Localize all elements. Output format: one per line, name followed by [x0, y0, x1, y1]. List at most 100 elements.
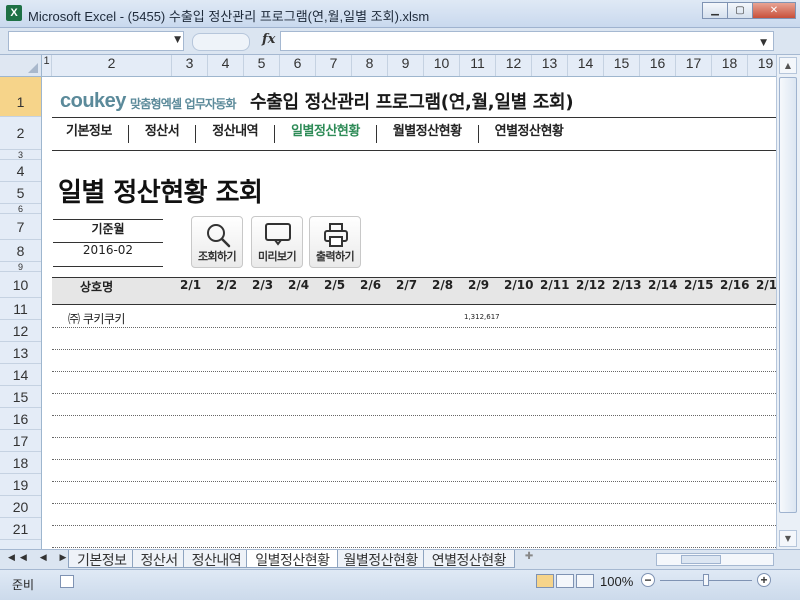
close-button[interactable]: ✕	[752, 2, 796, 19]
sheet-tab[interactable]: 정산내역	[182, 550, 251, 569]
row-header-17[interactable]: 17	[0, 430, 41, 452]
row-header-15[interactable]: 15	[0, 386, 41, 408]
row-header-10[interactable]: 10	[0, 272, 41, 298]
table-row	[52, 503, 776, 504]
print-button[interactable]: 출력하기	[309, 216, 361, 268]
sheet-tab[interactable]: 일별정산현황	[246, 550, 339, 569]
page-break-view-icon[interactable]	[576, 574, 594, 588]
status-bar: 준비 100% − +	[0, 569, 800, 600]
daily-amount-cell[interactable]: 1,312,617	[464, 313, 500, 321]
monitor-icon	[265, 223, 291, 246]
printer-icon	[324, 223, 348, 247]
column-header-6[interactable]: 6	[280, 55, 316, 76]
nav-item-monthly[interactable]: 월별정산현황	[375, 125, 478, 143]
column-header-4[interactable]: 4	[208, 55, 244, 76]
column-header-5[interactable]: 5	[244, 55, 280, 76]
horizontal-scrollbar[interactable]	[656, 553, 774, 566]
row-header-2[interactable]: 2	[0, 117, 41, 150]
column-header-2[interactable]: 2	[52, 55, 172, 76]
maximize-button[interactable]: ▢	[727, 2, 753, 19]
company-cell[interactable]: ㈜ 쿠키쿠키	[68, 310, 125, 327]
row-header-12[interactable]: 12	[0, 320, 41, 342]
new-sheet-icon[interactable]: ✚	[519, 551, 539, 567]
zoom-out-icon[interactable]: −	[641, 573, 655, 587]
scroll-up-icon[interactable]: ▲	[779, 57, 797, 74]
column-header-8[interactable]: 8	[352, 55, 388, 76]
sheet-tab[interactable]: 연별정산현황	[422, 550, 516, 569]
column-header-11[interactable]: 11	[460, 55, 496, 76]
vertical-scrollbar[interactable]: ▲ ▼	[776, 55, 800, 549]
reference-month-input[interactable]: 2016-02	[53, 243, 163, 267]
column-header-12[interactable]: 12	[496, 55, 532, 76]
zoom-in-icon[interactable]: +	[757, 573, 771, 587]
column-header-17[interactable]: 17	[676, 55, 712, 76]
nav-item-daily[interactable]: 일별정산현황	[274, 125, 376, 143]
chevron-down-icon[interactable]: ▼	[174, 35, 181, 45]
nav-item-yearly[interactable]: 연별정산현황	[477, 125, 580, 143]
window-title: Microsoft Excel - (5455) 수출입 정산관리 프로그램(연…	[28, 9, 430, 24]
macro-record-icon[interactable]	[60, 575, 74, 588]
table-row	[52, 525, 776, 526]
scroll-down-icon[interactable]: ▼	[779, 530, 797, 547]
name-box[interactable]: ▼	[8, 31, 184, 51]
column-header-15[interactable]: 15	[604, 55, 640, 76]
print-button-label: 출력하기	[315, 250, 355, 263]
column-header-10[interactable]: 10	[424, 55, 460, 76]
column-header-13[interactable]: 13	[532, 55, 568, 76]
row-header-18[interactable]: 18	[0, 452, 41, 474]
row-header-6[interactable]: 6	[0, 204, 41, 214]
sheet-tabs: 기본정보 정산서 정산내역 일별정산현황 월별정산현황 연별정산현황 ✚	[68, 550, 539, 569]
row-header-7[interactable]: 7	[0, 214, 41, 240]
nav-item-basic-info[interactable]: 기본정보	[66, 125, 128, 143]
preview-button[interactable]: 미리보기	[251, 216, 303, 268]
formula-bar-handle[interactable]	[192, 33, 250, 51]
column-header-1[interactable]: 1	[42, 55, 52, 76]
scroll-thumb[interactable]	[779, 77, 797, 513]
formula-input[interactable]: ▼	[280, 31, 774, 51]
row-header-9[interactable]: 9	[0, 262, 41, 272]
select-all-button[interactable]	[0, 55, 42, 76]
expand-formula-icon[interactable]: ▼	[760, 38, 767, 48]
column-header-7[interactable]: 7	[316, 55, 352, 76]
column-header-3[interactable]: 3	[172, 55, 208, 76]
sheet-tab[interactable]: 월별정산현황	[334, 550, 427, 569]
date-column-header: 2/8	[432, 278, 454, 292]
column-header-14[interactable]: 14	[568, 55, 604, 76]
search-button[interactable]: 조회하기	[191, 216, 243, 268]
worksheet[interactable]: coukey 맞춤형엑셀 업무자동화 수출입 정산관리 프로그램(연,월,일별 …	[42, 77, 776, 549]
view-buttons	[536, 574, 596, 588]
row-header-21[interactable]: 21	[0, 518, 41, 540]
column-header: 1 2 3 4 5 6 7 8 9 10 11 12 13 14 15 16 17 18 19	[0, 55, 784, 77]
zoom-slider-thumb[interactable]	[703, 574, 709, 586]
column-header-18[interactable]: 18	[712, 55, 748, 76]
page-layout-view-icon[interactable]	[556, 574, 574, 588]
row-header-8[interactable]: 8	[0, 240, 41, 262]
preview-button-label: 미리보기	[257, 250, 297, 263]
row-header-20[interactable]: 20	[0, 496, 41, 518]
zoom-level[interactable]: 100%	[600, 574, 633, 589]
minimize-button[interactable]: ▁	[702, 2, 728, 19]
excel-icon[interactable]: X	[6, 5, 22, 21]
table-header: 상호명 2/1 2/2 2/3 2/4 2/5 2/6 2/7 2/8 2/9 2/10 2/11 2…	[52, 277, 776, 305]
column-header-16[interactable]: 16	[640, 55, 676, 76]
row-header-3[interactable]: 3	[0, 150, 41, 160]
table-row	[52, 327, 776, 328]
row-header-4[interactable]: 4	[0, 160, 41, 182]
insert-function-button[interactable]: fx	[262, 32, 275, 47]
nav-item-history[interactable]: 정산내역	[195, 125, 274, 143]
row-header-19[interactable]: 19	[0, 474, 41, 496]
row-header-11[interactable]: 11	[0, 298, 41, 320]
logo: coukey	[60, 90, 126, 112]
horizontal-scroll-thumb[interactable]	[681, 555, 721, 564]
row-header-14[interactable]: 14	[0, 364, 41, 386]
normal-view-icon[interactable]	[536, 574, 554, 588]
row-header-16[interactable]: 16	[0, 408, 41, 430]
nav-item-statement[interactable]: 정산서	[127, 125, 195, 143]
sheet-tab[interactable]: 정산서	[131, 550, 187, 569]
row-header-1[interactable]: 1	[0, 77, 41, 117]
date-column-header: 2/9	[468, 278, 490, 292]
row-header-13[interactable]: 13	[0, 342, 41, 364]
column-header-9[interactable]: 9	[388, 55, 424, 76]
sheet-tab[interactable]: 기본정보	[68, 550, 136, 569]
row-header-5[interactable]: 5	[0, 182, 41, 204]
